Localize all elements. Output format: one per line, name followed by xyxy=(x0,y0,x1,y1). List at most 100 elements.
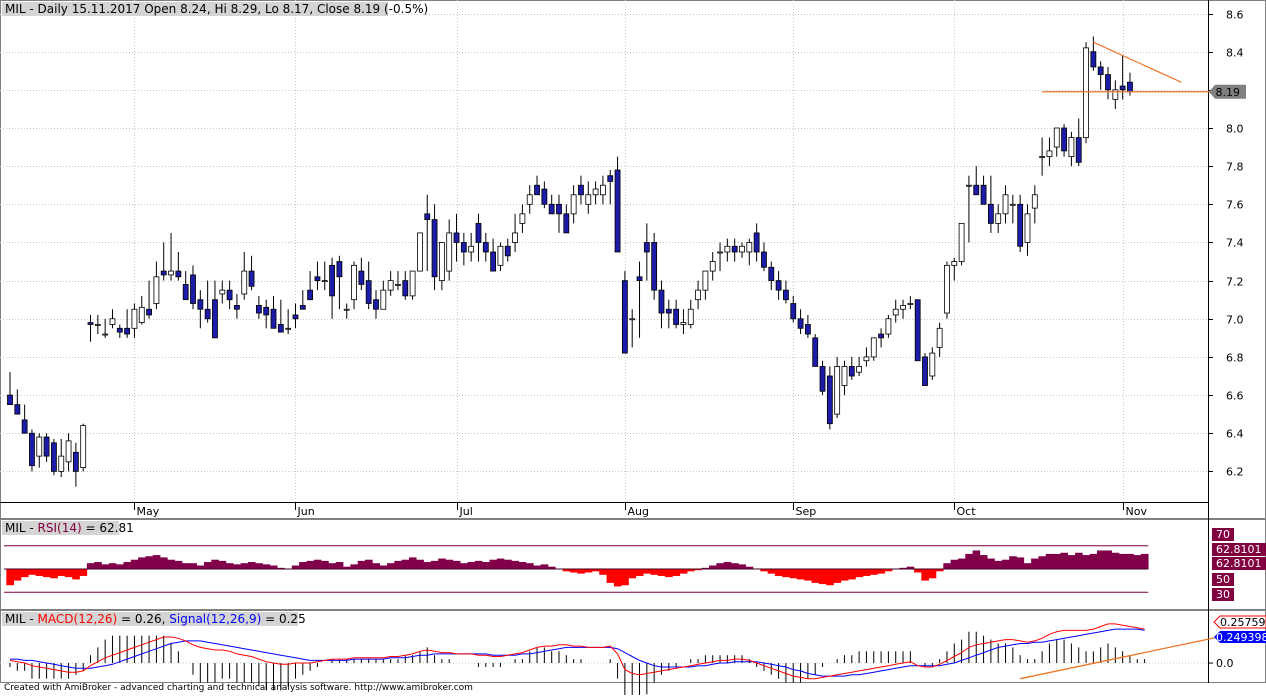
candle-body-down xyxy=(797,318,804,329)
candle-body-down xyxy=(775,280,782,291)
candle-body-up xyxy=(94,324,101,326)
candle-body-up xyxy=(343,308,350,311)
rsi-bar-above xyxy=(108,563,117,569)
rsi-bar-below xyxy=(50,569,58,579)
rsi-bar-above xyxy=(738,564,746,569)
rsi-bar-above xyxy=(416,559,424,569)
rsi-bar-above xyxy=(218,560,227,569)
candle-body-up xyxy=(709,261,716,272)
rsi-bar-above xyxy=(386,563,395,569)
candle-body-down xyxy=(980,184,987,205)
candle-body-up xyxy=(951,261,958,266)
candle-body-up xyxy=(870,337,877,358)
candle-body-up xyxy=(438,242,445,282)
rsi-bar-above xyxy=(225,563,234,569)
candle-body-down xyxy=(373,299,379,310)
rsi-bar-above xyxy=(174,560,183,569)
candle-body-up xyxy=(285,327,292,330)
candle-body-up xyxy=(351,264,357,301)
candle-body-down xyxy=(848,366,855,377)
rsi-bar-below xyxy=(72,569,80,580)
rsi-bar-below xyxy=(804,569,812,581)
rsi-bar-above xyxy=(189,563,197,569)
rsi-bar-above xyxy=(335,562,344,569)
rsi-bar-above xyxy=(306,560,315,569)
rsi-bar-above xyxy=(167,559,175,569)
rsi-bar-below xyxy=(606,569,615,583)
rsi-bar-above xyxy=(152,555,161,569)
candle-body-down xyxy=(314,276,321,282)
candle-body-up xyxy=(168,270,174,276)
rsi-bar-above xyxy=(452,560,461,569)
rsi-bar-above xyxy=(540,564,549,569)
rsi-bar-above xyxy=(445,559,454,569)
candle-body-down xyxy=(643,242,650,253)
candle-body-down xyxy=(248,270,255,287)
macd-header-text: MIL - MACD(12,26) = 0.26, Signal(12,26,9… xyxy=(5,612,306,626)
rsi-bar-above xyxy=(160,557,168,569)
candle-body-up xyxy=(153,276,160,304)
rsi-bar-above xyxy=(1053,553,1061,569)
rsi-bar-below xyxy=(928,569,937,579)
rsi-bar-above xyxy=(240,563,249,569)
rsi-bar-below xyxy=(628,569,637,579)
rsi-bar-below xyxy=(13,569,22,581)
rsi-bar-above xyxy=(972,550,981,569)
rsi-bar-below xyxy=(79,569,88,576)
last-price-marker: 8.19 xyxy=(1209,84,1246,99)
rsi-bar-below xyxy=(650,569,659,575)
rsi-bar-above xyxy=(145,556,154,569)
candle-body-up xyxy=(526,194,533,205)
month-tick-label: Jun xyxy=(297,505,315,518)
candle-body-down xyxy=(987,203,994,224)
candle-body-down xyxy=(1061,127,1067,152)
candle-body-down xyxy=(299,305,306,310)
rsi-bar-below xyxy=(833,569,842,583)
rsi-bar-below xyxy=(599,569,607,575)
rsi-bar-above xyxy=(460,563,468,569)
candle-body-up xyxy=(109,318,116,325)
rsi-bar-above xyxy=(1126,553,1134,569)
rsi-bar-below xyxy=(848,569,856,580)
rsi-bar-above xyxy=(203,562,212,569)
candle-body-down xyxy=(658,289,665,314)
candle-body-down xyxy=(490,251,497,272)
candle-body-up xyxy=(907,303,914,305)
price-header-info: - Daily 15.11.2017 Open 8.24, Hi 8.29, L… xyxy=(26,2,429,16)
rsi-bar-below xyxy=(855,569,864,578)
candle-body-down xyxy=(277,324,284,333)
price-header: MIL - Daily 15.11.2017 Open 8.24, Hi 8.2… xyxy=(2,2,428,16)
rsi-bar-above xyxy=(526,563,534,569)
candle-body-down xyxy=(914,299,921,362)
candle-body-up xyxy=(746,242,753,253)
rsi-bar-below xyxy=(613,569,622,587)
rsi-bar-above xyxy=(1031,558,1039,569)
candle-body-down xyxy=(365,280,372,304)
rsi-bar-below xyxy=(35,569,44,576)
rsi-right-label: 70 xyxy=(1216,528,1230,541)
candle-body-up xyxy=(585,194,592,205)
candle-body-up xyxy=(102,333,109,336)
candle-body-up xyxy=(36,436,43,457)
rsi-bar-above xyxy=(1118,553,1127,569)
candle-body-up xyxy=(1039,156,1046,159)
rsi-bar-above xyxy=(1001,559,1010,569)
price-tick-label: 7.0 xyxy=(1226,314,1244,327)
rsi-header-symbol: MIL xyxy=(5,521,26,535)
candle-body-down xyxy=(548,203,555,215)
rsi-right-label: 50 xyxy=(1216,573,1230,586)
candle-body-up xyxy=(834,366,841,415)
rsi-bar-below xyxy=(20,569,29,578)
last-price-label: 8.19 xyxy=(1216,86,1241,99)
rsi-bar-above xyxy=(943,563,951,569)
rsi-right-label: 62.8101 xyxy=(1216,543,1262,556)
rsi-bar-above xyxy=(430,560,439,569)
rsi-bar-above xyxy=(957,558,966,569)
macd-header-sep: - xyxy=(26,612,38,626)
candle-body-down xyxy=(812,337,819,367)
candle-body-up xyxy=(966,184,972,187)
rsi-bar-above xyxy=(504,559,512,569)
candle-body-up xyxy=(1068,137,1075,158)
candle-body-up xyxy=(1002,194,1009,215)
rsi-bar-above xyxy=(518,562,527,569)
